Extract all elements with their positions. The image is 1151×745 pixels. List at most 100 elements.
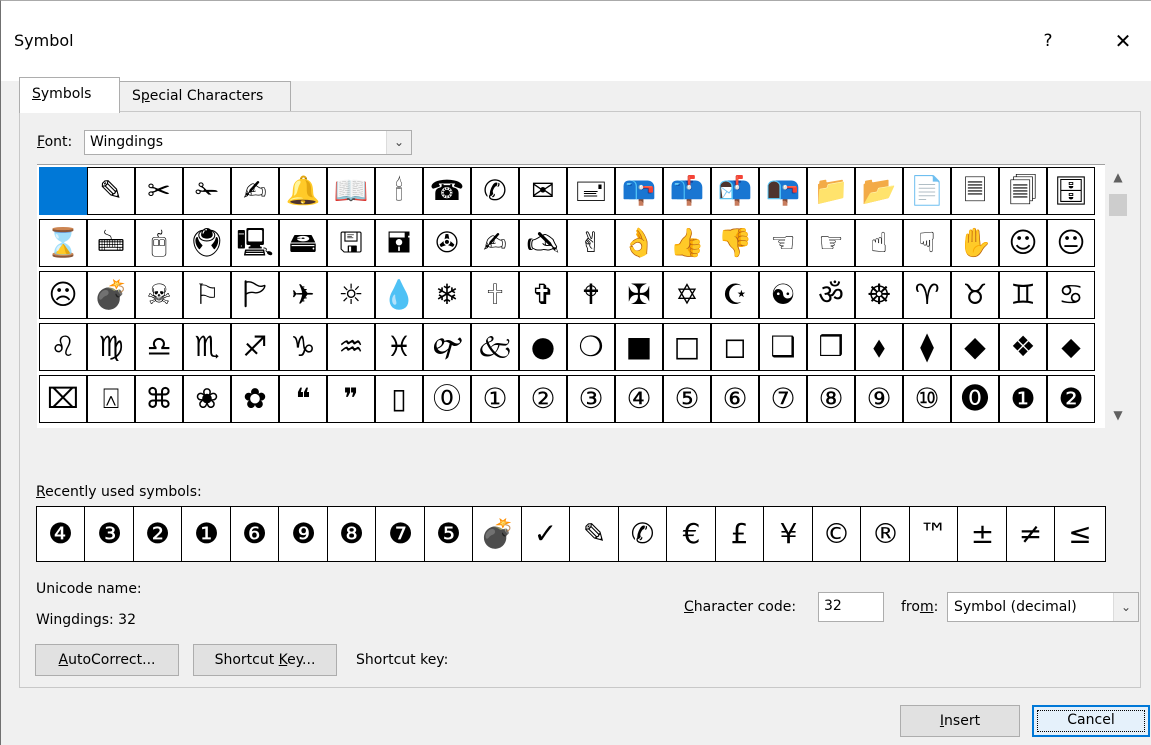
symbol-cell[interactable]: 🖎 bbox=[519, 219, 567, 267]
symbol-cell[interactable]: 🖴 bbox=[279, 219, 327, 267]
scroll-down-icon[interactable]: ▼ bbox=[1105, 402, 1131, 428]
recent-symbol-cell[interactable]: £ bbox=[716, 507, 764, 561]
symbol-cell[interactable]: ⌧ bbox=[39, 375, 87, 423]
symbol-cell[interactable]: 📫 bbox=[663, 167, 711, 215]
chevron-down-icon[interactable]: ⌄ bbox=[1113, 593, 1138, 621]
symbol-cell[interactable]: ♉ bbox=[951, 271, 999, 319]
recent-symbol-cell[interactable]: ❺ bbox=[425, 507, 473, 561]
symbol-cell[interactable]: ② bbox=[519, 375, 567, 423]
symbol-cell[interactable]: 📖 bbox=[327, 167, 375, 215]
symbol-cell[interactable]: 🏱 bbox=[231, 271, 279, 319]
symbol-cell[interactable]: 🕯 bbox=[375, 167, 423, 215]
symbol-cell[interactable]: ✎ bbox=[87, 167, 135, 215]
symbol-cell[interactable]: 📬 bbox=[711, 167, 759, 215]
symbol-cell[interactable]: ① bbox=[471, 375, 519, 423]
scroll-up-icon[interactable]: ▲ bbox=[1105, 164, 1131, 190]
scroll-thumb[interactable] bbox=[1109, 194, 1127, 216]
symbol-cell[interactable]: ♏ bbox=[183, 323, 231, 371]
symbol-cell[interactable]: ● bbox=[519, 323, 567, 371]
symbol-cell[interactable]: 📂 bbox=[855, 167, 903, 215]
symbol-cell[interactable]: ☟ bbox=[903, 219, 951, 267]
symbol-cell[interactable]: 📭 bbox=[759, 167, 807, 215]
symbol-cell[interactable]: 🖲 bbox=[183, 219, 231, 267]
symbol-cell[interactable]: ✌ bbox=[567, 219, 615, 267]
tab-special-characters[interactable]: Special Characters bbox=[119, 81, 291, 111]
recent-symbol-cell[interactable]: ≠ bbox=[1007, 507, 1055, 561]
symbol-cell[interactable]: ⑤ bbox=[663, 375, 711, 423]
from-select[interactable]: Symbol (decimal) ⌄ bbox=[947, 592, 1139, 622]
symbol-cell[interactable]: ♓ bbox=[375, 323, 423, 371]
symbol-cell[interactable]: ✁ bbox=[183, 167, 231, 215]
recent-symbol-cell[interactable]: ✓ bbox=[522, 507, 570, 561]
symbol-cell[interactable]: ⧫ bbox=[903, 323, 951, 371]
symbol-cell[interactable]: ✉ bbox=[519, 167, 567, 215]
symbol-cell[interactable]: 🖃 bbox=[567, 167, 615, 215]
symbol-cell[interactable]: ☠ bbox=[135, 271, 183, 319]
symbol-cell[interactable]: 🖫 bbox=[327, 219, 375, 267]
symbol-cell[interactable]: 📁 bbox=[807, 167, 855, 215]
symbol-cell[interactable]: 👌 bbox=[615, 219, 663, 267]
symbol-cell[interactable]: 🖳 bbox=[231, 219, 279, 267]
close-icon[interactable]: ✕ bbox=[1103, 23, 1143, 59]
recent-symbol-cell[interactable]: ❼ bbox=[377, 507, 425, 561]
symbol-cell[interactable]: ▯ bbox=[375, 375, 423, 423]
symbol-cell[interactable]: ④ bbox=[615, 375, 663, 423]
symbol-cell[interactable]: ③ bbox=[567, 375, 615, 423]
symbol-cell[interactable]: ⌛ bbox=[39, 219, 87, 267]
symbol-cell[interactable]: 📄 bbox=[903, 167, 951, 215]
symbol-cell[interactable]: ❖ bbox=[999, 323, 1047, 371]
help-button[interactable]: ? bbox=[1028, 23, 1068, 59]
shortcut-key-button[interactable]: Shortcut Key... bbox=[193, 644, 337, 676]
symbol-cell[interactable]: ☺ bbox=[999, 219, 1047, 267]
symbol-cell[interactable]: 🔔 bbox=[279, 167, 327, 215]
symbol-cell[interactable]: 🗐 bbox=[999, 167, 1047, 215]
recent-symbol-cell[interactable]: ✎ bbox=[571, 507, 619, 561]
autocorrect-button[interactable]: AutoCorrect... bbox=[35, 644, 179, 676]
symbol-cell[interactable]: ◻ bbox=[711, 323, 759, 371]
symbol-cell[interactable]: ॐ bbox=[807, 271, 855, 319]
cancel-button[interactable]: Cancel bbox=[1032, 705, 1150, 737]
symbol-cell[interactable]: ◆ bbox=[951, 323, 999, 371]
symbol-cell[interactable]: ⌘ bbox=[135, 375, 183, 423]
symbol-cell[interactable]: ✍ bbox=[471, 219, 519, 267]
recent-symbol-cell[interactable]: ❽ bbox=[328, 507, 376, 561]
symbol-cell[interactable]: 😐 bbox=[1047, 219, 1095, 267]
symbol-cell[interactable]: ✆ bbox=[471, 167, 519, 215]
symbol-cell[interactable]: ☼ bbox=[327, 271, 375, 319]
symbol-cell[interactable]: 🙰 bbox=[423, 323, 471, 371]
chevron-down-icon[interactable]: ⌄ bbox=[386, 131, 411, 154]
symbol-cell[interactable]: 👍 bbox=[663, 219, 711, 267]
symbol-cell[interactable]: ❀ bbox=[183, 375, 231, 423]
recent-symbol-cell[interactable]: ≤ bbox=[1056, 507, 1104, 561]
symbol-cell[interactable]: 🖮 bbox=[87, 219, 135, 267]
symbol-cell[interactable]: ✿ bbox=[231, 375, 279, 423]
symbol-grid-scrollbar[interactable]: ▲ ▼ bbox=[1105, 164, 1131, 428]
recent-symbol-cell[interactable]: ❶ bbox=[183, 507, 231, 561]
symbol-cell[interactable]: ✇ bbox=[423, 219, 471, 267]
symbol-cell[interactable]: 🙵 bbox=[471, 323, 519, 371]
recent-symbol-cell[interactable]: ❷ bbox=[134, 507, 182, 561]
tab-symbols[interactable]: Symbols bbox=[19, 77, 120, 113]
recent-symbol-cell[interactable]: ❾ bbox=[280, 507, 328, 561]
symbol-cell[interactable]: ✈ bbox=[279, 271, 327, 319]
symbol-cell[interactable]: ⍓ bbox=[87, 375, 135, 423]
symbol-cell[interactable]: ☯ bbox=[759, 271, 807, 319]
recent-symbol-cell[interactable]: ✆ bbox=[619, 507, 667, 561]
symbol-cell[interactable]: ☎ bbox=[423, 167, 471, 215]
symbol-cell[interactable]: ⓿ bbox=[951, 375, 999, 423]
symbol-cell[interactable]: ✋ bbox=[951, 219, 999, 267]
symbol-cell[interactable]: ♈ bbox=[903, 271, 951, 319]
symbol-cell[interactable]: ❄ bbox=[423, 271, 471, 319]
symbol-cell[interactable]: ⑨ bbox=[855, 375, 903, 423]
symbol-cell[interactable]: ♋ bbox=[1047, 271, 1095, 319]
recent-symbol-cell[interactable]: ™ bbox=[910, 507, 958, 561]
recent-symbol-cell[interactable]: ❸ bbox=[86, 507, 134, 561]
symbol-cell[interactable]: ❝ bbox=[279, 375, 327, 423]
symbol-cell[interactable]: ♌ bbox=[39, 323, 87, 371]
symbol-cell[interactable]: ☜ bbox=[759, 219, 807, 267]
symbol-cell[interactable]: ✡ bbox=[663, 271, 711, 319]
symbol-cell[interactable]: ❷ bbox=[1047, 375, 1095, 423]
symbol-cell[interactable]: ⑩ bbox=[903, 375, 951, 423]
symbol-cell[interactable]: ■ bbox=[615, 323, 663, 371]
symbol-cell[interactable]: 🗄 bbox=[1047, 167, 1095, 215]
